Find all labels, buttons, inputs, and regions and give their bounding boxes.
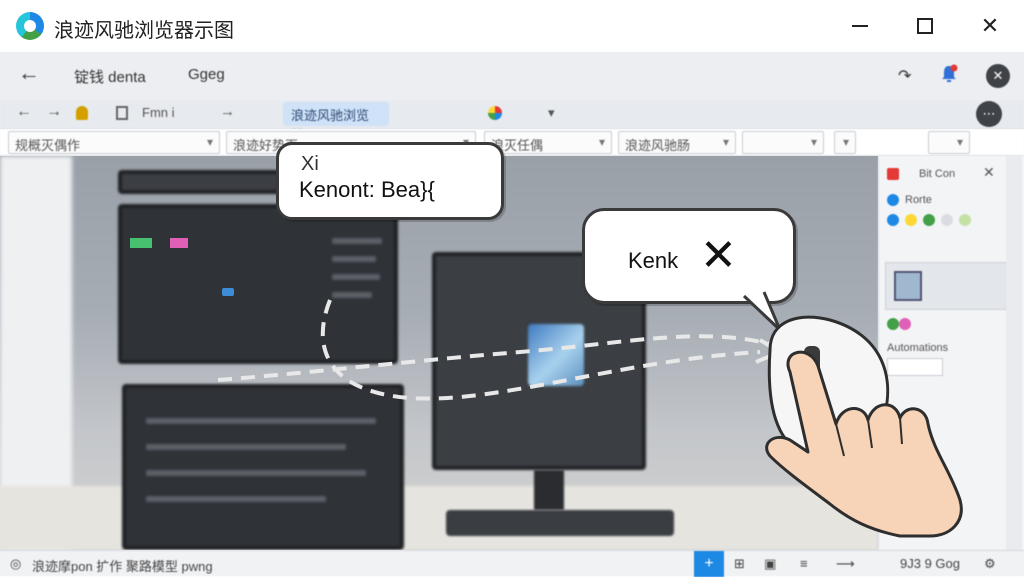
close-window-button[interactable]: ✕ xyxy=(970,10,1010,42)
lime-option-icon[interactable] xyxy=(959,214,971,226)
pink-tag xyxy=(170,238,188,248)
green-tag xyxy=(130,238,152,248)
filter-dropdown-3[interactable]: 浪灭任偶 xyxy=(484,131,612,154)
filter-dropdown-1[interactable]: 规概灭偶作 xyxy=(8,131,220,154)
tab-icon[interactable] xyxy=(116,106,128,120)
sidebar-scrollbar[interactable] xyxy=(1006,156,1022,550)
save-icon[interactable]: ▣ xyxy=(764,556,776,572)
filter-bar: 规概灭偶作 浪迹好势页 浪灭任偶 浪迹风驰肠 xyxy=(0,128,1024,156)
grid-icon[interactable]: ⊞ xyxy=(734,556,745,572)
status-text: 浪迹摩pon 扩作 聚路模型 pwng xyxy=(32,559,213,574)
yellow-option-icon[interactable] xyxy=(905,214,917,226)
blue-tag xyxy=(222,288,234,296)
browser-window: 浪迹风驰浏览器示图 ✕ ← 锭钱 denta Ggeg ↷ ✕ ← → Fmn … xyxy=(0,0,1024,577)
sidebar-card[interactable] xyxy=(885,262,1007,310)
green-option-icon[interactable] xyxy=(923,214,935,226)
sidebar-label-2: Automations xyxy=(887,342,949,354)
tooltip-bubble-right xyxy=(582,208,796,304)
small-toggle[interactable] xyxy=(834,131,856,154)
green-status-icon xyxy=(887,318,899,330)
settings-gear-icon[interactable]: ⚙ xyxy=(984,556,996,572)
right-sidebar: Bit Con ✕ Rorte Automations xyxy=(878,156,1024,550)
status-bar: ◎ 浪迹摩pon 扩作 聚路模型 pwng + ⊞ ▣ ≡ ⟶ 9J3 9 Go… xyxy=(0,550,1024,577)
sidebar-close-icon[interactable]: ✕ xyxy=(983,164,995,181)
lines-icon[interactable]: ≡ xyxy=(800,556,808,571)
shape-dropdown[interactable] xyxy=(742,131,824,154)
red-square-icon xyxy=(887,168,899,180)
menu-icon[interactable]: ⋯ xyxy=(976,101,1002,127)
arrow-right-icon[interactable]: ⟶ xyxy=(836,556,855,572)
bubble-right-text: Kenk xyxy=(628,248,679,273)
title-bar: 浪迹风驰浏览器示图 ✕ xyxy=(0,0,1024,52)
address-bar[interactable]: 浪迹风驰浏览器 xyxy=(283,102,389,142)
navigation-bar: ← → Fmn i → 浪迹风驰浏览器 ▾ ⋯ xyxy=(0,100,1024,142)
pink-status-icon xyxy=(899,318,911,330)
nav-arrow-icon[interactable]: → xyxy=(220,103,235,120)
notification-bell-icon[interactable] xyxy=(940,64,958,84)
nav-back-icon[interactable]: ← xyxy=(16,103,32,121)
window-title: 浪迹风驰浏览器示图 xyxy=(54,20,234,42)
bubble-main-text: Kenont: Bea}{ xyxy=(299,177,435,202)
refresh-icon[interactable]: ↷ xyxy=(898,66,911,86)
blue-dot-icon xyxy=(887,194,899,206)
toolbar-item-ggeg[interactable]: Ggeg xyxy=(188,66,225,83)
back-arrow-icon[interactable]: ← xyxy=(18,60,40,86)
sidebar-label-1: Rorte xyxy=(905,194,932,206)
tooltip-bubble-left: Xi Kenont: Bea}{ xyxy=(276,142,504,220)
x-close-icon[interactable]: ✕ xyxy=(700,234,737,278)
more-dropdown-icon[interactable]: ▾ xyxy=(548,105,555,121)
minimize-icon xyxy=(852,25,868,27)
color-picker-icon[interactable] xyxy=(488,106,502,120)
app-logo-icon xyxy=(16,12,44,40)
add-button[interactable]: + xyxy=(694,551,724,577)
screen-image xyxy=(528,324,584,386)
grey-option-icon[interactable] xyxy=(941,214,953,226)
minimize-button[interactable] xyxy=(840,10,880,42)
nav-item-from[interactable]: Fmn i xyxy=(142,105,175,120)
monitor-left-bottom xyxy=(122,384,404,550)
monitor-stand xyxy=(534,470,564,510)
monitor-left-top xyxy=(118,204,398,364)
toolbar-item-denta[interactable]: 锭钱 denta xyxy=(74,66,146,87)
sidebar-input[interactable] xyxy=(887,358,943,376)
maximize-icon xyxy=(917,18,933,34)
keyboard xyxy=(446,510,674,536)
close-tab-icon[interactable]: ✕ xyxy=(986,64,1010,88)
maximize-button[interactable] xyxy=(905,10,945,42)
bubble-small-text: Xi xyxy=(301,153,319,175)
sidebar-header: Bit Con xyxy=(919,168,956,180)
status-info-icon: ◎ xyxy=(10,556,22,571)
app-toolbar: ← 锭钱 denta Ggeg ↷ ✕ xyxy=(0,52,1024,100)
bell-icon[interactable] xyxy=(76,106,88,120)
status-right-text: 9J3 9 Gog xyxy=(900,556,960,571)
nav-forward-icon[interactable]: → xyxy=(46,103,62,121)
view-dropdown[interactable] xyxy=(928,131,970,154)
filter-dropdown-4[interactable]: 浪迹风驰肠 xyxy=(618,131,736,154)
blue-option-icon[interactable] xyxy=(887,214,899,226)
